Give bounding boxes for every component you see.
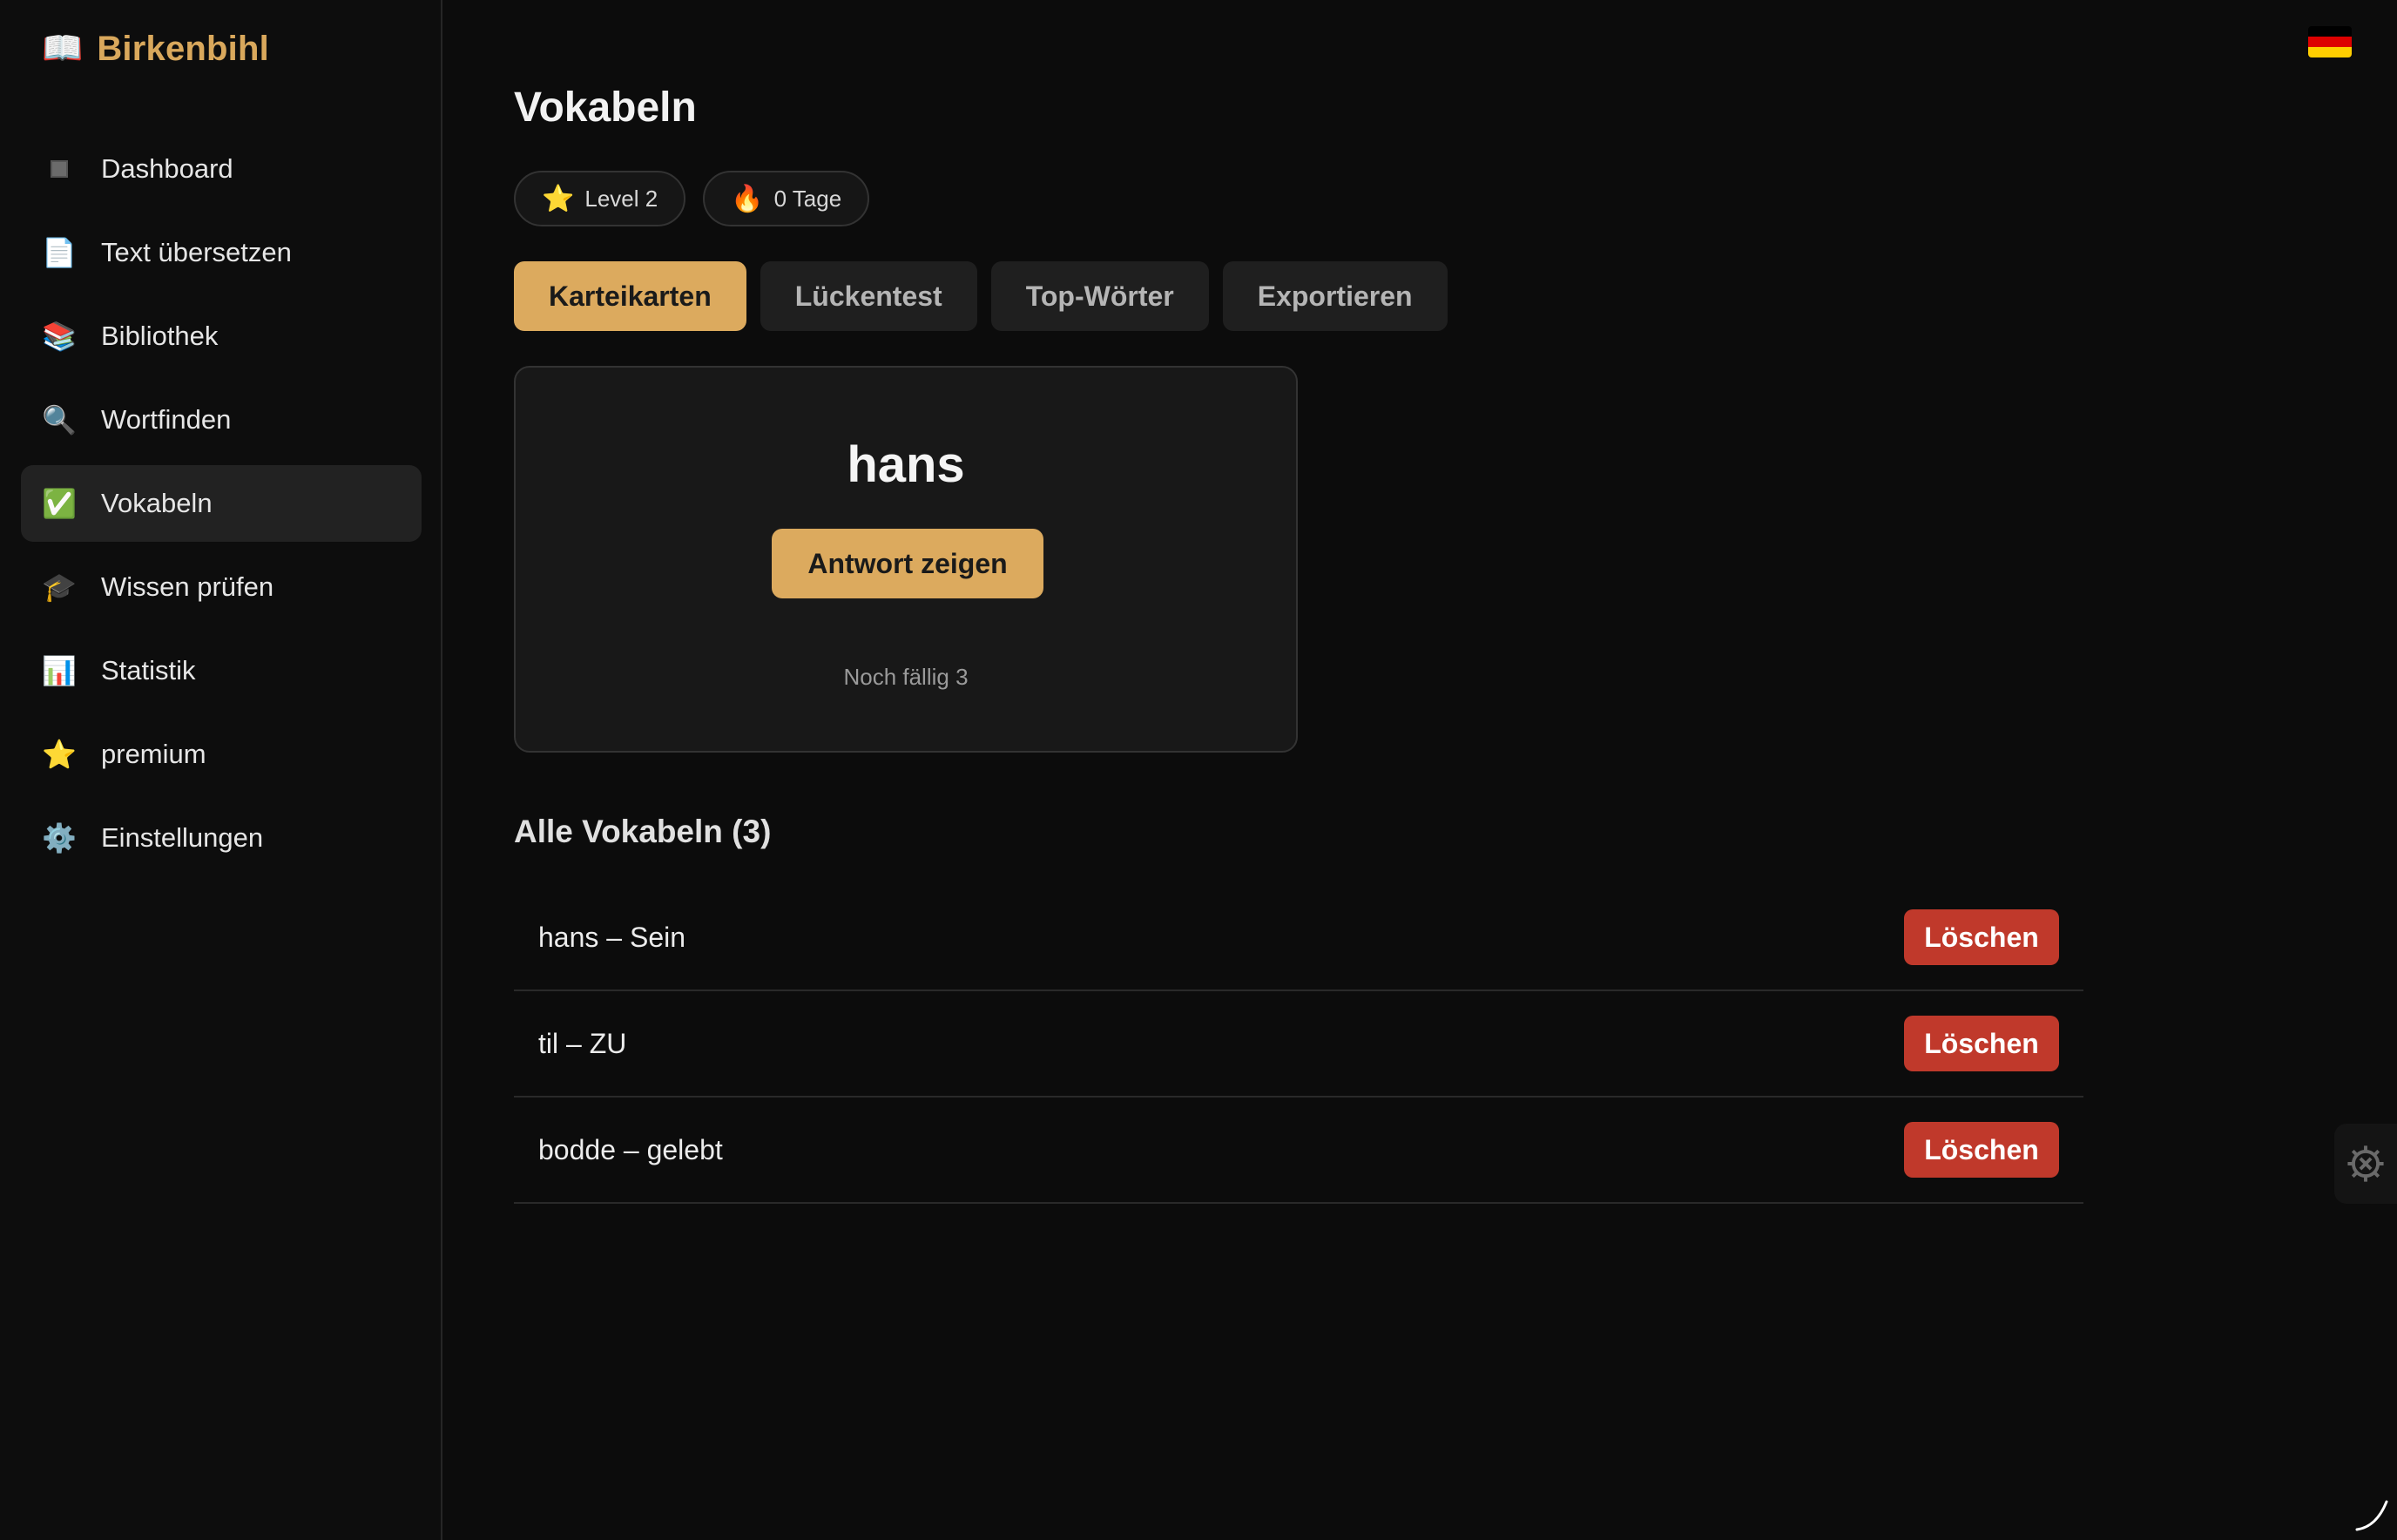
tab-karteikarten[interactable]: Karteikarten — [514, 261, 746, 331]
sidebar-item-dashboard[interactable]: Dashboard — [21, 131, 422, 207]
gear-wrench-icon — [2347, 1145, 2384, 1182]
sidebar-item-label: Einstellungen — [101, 822, 264, 853]
sidebar-item-label: Wissen prüfen — [101, 571, 274, 602]
bar-chart-icon: 📊 — [42, 655, 77, 686]
fire-icon: 🔥 — [731, 184, 764, 213]
delete-button[interactable]: Löschen — [1904, 1122, 2059, 1178]
vocab-entry: hans – Sein — [538, 921, 686, 953]
main-content: Vokabeln ⭐ Level 2 🔥 0 Tage Karteikarten… — [444, 0, 2397, 1540]
floating-settings-button[interactable] — [2334, 1124, 2397, 1204]
streak-badge-label: 0 Tage — [773, 185, 842, 212]
brand-name: Birkenbihl — [97, 29, 269, 68]
delete-button[interactable]: Löschen — [1904, 909, 2059, 965]
all-vocab-title: Alle Vokabeln (3) — [514, 814, 772, 849]
sidebar-item-einstellungen[interactable]: ⚙️ Einstellungen — [21, 800, 422, 876]
graduation-cap-icon: 🎓 — [42, 571, 77, 603]
vocab-list: hans – Sein Löschen til – ZU Löschen bod… — [514, 885, 2083, 1204]
star-icon: ⭐ — [542, 184, 575, 213]
sidebar-item-statistik[interactable]: 📊 Statistik — [21, 632, 422, 709]
sidebar-item-vokabeln[interactable]: ✅ Vokabeln — [21, 465, 422, 542]
level-badge-label: Level 2 — [584, 185, 658, 212]
due-count-text: Noch fällig 3 — [843, 664, 969, 690]
list-item: hans – Sein Löschen — [514, 885, 2083, 991]
sidebar-nav: Dashboard 📄 Text übersetzen 📚 Bibliothek… — [21, 131, 422, 883]
streak-badge: 🔥 0 Tage — [703, 171, 870, 226]
flashcard: hans Antwort zeigen Noch fällig 3 — [514, 366, 1298, 753]
app-root: 📖 Birkenbihl Dashboard 📄 Text übersetzen… — [0, 0, 2397, 1540]
books-icon: 📚 — [42, 321, 77, 352]
sidebar-item-wortfinden[interactable]: 🔍 Wortfinden — [21, 382, 422, 458]
sidebar-item-text-uebersetzen[interactable]: 📄 Text übersetzen — [21, 214, 422, 291]
page-icon: 📄 — [42, 237, 77, 268]
sidebar-item-label: premium — [101, 739, 206, 769]
gear-icon: ⚙️ — [42, 822, 77, 854]
sidebar: 📖 Birkenbihl Dashboard 📄 Text übersetzen… — [0, 0, 442, 1540]
list-item: bodde – gelebt Löschen — [514, 1098, 2083, 1204]
sidebar-item-label: Text übersetzen — [101, 237, 292, 267]
dashboard-grid-icon — [42, 160, 77, 178]
brand[interactable]: 📖 Birkenbihl — [42, 26, 269, 71]
sidebar-item-premium[interactable]: ⭐ premium — [21, 716, 422, 793]
tab-exportieren[interactable]: Exportieren — [1222, 261, 1448, 331]
badge-row: ⭐ Level 2 🔥 0 Tage — [514, 171, 870, 226]
level-badge: ⭐ Level 2 — [514, 171, 686, 226]
vocab-entry: til – ZU — [538, 1027, 627, 1059]
sidebar-item-label: Bibliothek — [101, 321, 219, 351]
page-title: Vokabeln — [514, 84, 697, 131]
german-flag-icon[interactable] — [2308, 26, 2352, 57]
tab-top-woerter[interactable]: Top-Wörter — [990, 261, 1209, 331]
check-mark-icon: ✅ — [42, 488, 77, 519]
tab-lueckentest[interactable]: Lückentest — [760, 261, 977, 331]
list-item: til – ZU Löschen — [514, 991, 2083, 1098]
sidebar-item-label: Statistik — [101, 655, 196, 686]
magnifier-icon: 🔍 — [42, 404, 77, 436]
delete-button[interactable]: Löschen — [1904, 1016, 2059, 1071]
sidebar-item-label: Vokabeln — [101, 488, 213, 518]
sidebar-item-bibliothek[interactable]: 📚 Bibliothek — [21, 298, 422, 375]
open-book-icon: 📖 — [42, 30, 84, 67]
resize-handle-icon[interactable] — [2352, 1495, 2392, 1535]
star-icon: ⭐ — [42, 739, 77, 770]
vocab-entry: bodde – gelebt — [538, 1133, 723, 1165]
sidebar-item-label: Dashboard — [101, 153, 233, 184]
flashcard-word: hans — [847, 436, 965, 493]
vocab-tabs: Karteikarten Lückentest Top-Wörter Expor… — [514, 261, 1448, 331]
show-answer-button[interactable]: Antwort zeigen — [772, 529, 1043, 598]
sidebar-item-wissen-pruefen[interactable]: 🎓 Wissen prüfen — [21, 549, 422, 625]
sidebar-item-label: Wortfinden — [101, 404, 232, 435]
